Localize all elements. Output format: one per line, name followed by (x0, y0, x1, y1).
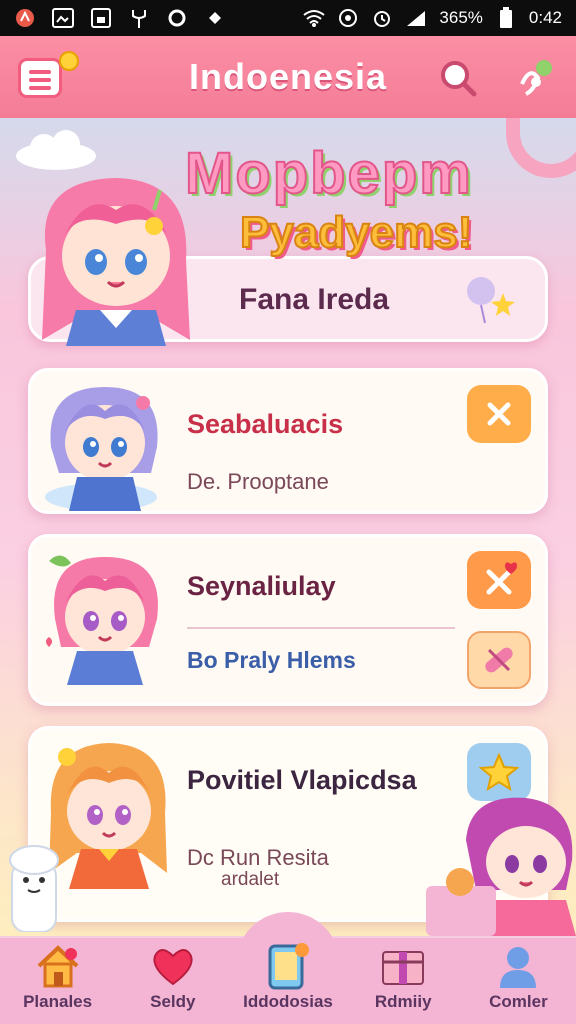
gallery-icon (52, 7, 74, 29)
nav-item-seldy[interactable]: Seldy (115, 938, 230, 1024)
card-title: Seabaluacis (187, 409, 344, 439)
app-notification-icon (14, 7, 36, 29)
bottom-navigation: Planales Seldy Iddodosias Rdmiiy Comler (0, 912, 576, 1024)
ring-decoration (506, 118, 576, 178)
nav-label: Comler (489, 992, 548, 1011)
circle-icon (166, 7, 188, 29)
profile-button[interactable] (514, 56, 558, 100)
card-title: Povitiel Vlapicdsa (187, 765, 417, 795)
search-icon (441, 61, 477, 97)
status-bar: 365% 0:42 (0, 0, 576, 36)
hotspot-icon (337, 7, 359, 29)
character-avatar (46, 555, 158, 685)
hero-title-line2: Pyadyems! (239, 207, 473, 258)
clock: 0:42 (528, 8, 562, 27)
card-subtitle: Dc Run Resita (187, 845, 329, 870)
app-bar: Indoenesia (0, 36, 576, 118)
action-button[interactable] (467, 385, 531, 443)
balloon-star-icon (467, 277, 515, 324)
star-icon (479, 752, 519, 792)
signal-icon (405, 7, 427, 29)
list-item[interactable]: Seynaliulay Bo Praly Hlems (28, 534, 548, 706)
card-subtitle-2: ardalet (221, 869, 280, 890)
alarm-icon (371, 7, 393, 29)
heart-icon (148, 942, 198, 990)
nav-label: Iddodosias (243, 992, 333, 1011)
card-title: Seynaliulay (187, 571, 336, 601)
milk-mascot-illustration (9, 845, 59, 932)
hero-title-line1: Mopbepm (184, 140, 473, 207)
wifi-icon (303, 7, 326, 29)
close-heart-icon (486, 562, 517, 595)
nav-label: Seldy (150, 992, 196, 1011)
nav-item-planales[interactable]: Planales (0, 938, 115, 1024)
house-icon (33, 942, 83, 990)
divider (187, 627, 455, 629)
gift-icon (378, 942, 428, 990)
person-icon (493, 942, 543, 990)
fork-icon (128, 7, 150, 29)
nav-item-iddodosias[interactable]: Iddodosias (230, 938, 345, 1024)
tablet-icon (263, 942, 313, 990)
bandage-icon (485, 647, 513, 673)
featured-label: Fana Ireda (239, 283, 390, 316)
card-subtitle: Bo Praly Hlems (187, 647, 356, 673)
mascot-icon (520, 60, 552, 96)
nav-label: Rdmiiy (374, 992, 432, 1011)
kid-character-illustration (426, 797, 576, 936)
action-button[interactable] (467, 551, 531, 609)
card-subtitle: De. Prooptane (187, 469, 329, 494)
nav-item-comler[interactable]: Comler (461, 938, 576, 1024)
cloud-decoration (16, 130, 96, 170)
secondary-action-button[interactable] (467, 631, 531, 689)
hero-character-illustration (42, 178, 190, 346)
diamond-icon (204, 7, 226, 29)
nav-label: Planales (23, 992, 93, 1011)
image-icon (90, 7, 112, 29)
character-avatar (45, 387, 158, 511)
search-button[interactable] (436, 56, 480, 100)
battery-icon (495, 7, 517, 29)
list-item[interactable]: Seabaluacis De. Prooptane (28, 368, 548, 514)
close-icon (487, 402, 511, 426)
app-title: Indoenesia (188, 56, 388, 97)
nav-item-rdmiiy[interactable]: Rdmiiy (346, 938, 461, 1024)
battery-percent: 365% (439, 8, 483, 27)
